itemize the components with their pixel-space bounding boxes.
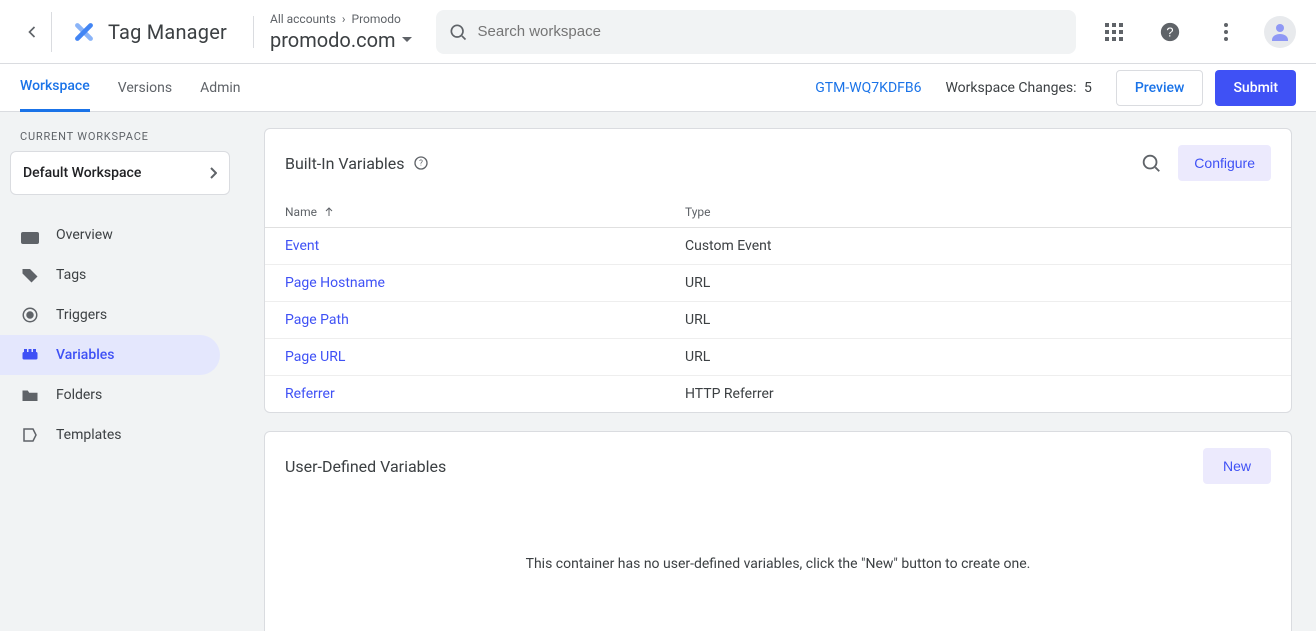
current-workspace-label: CURRENT WORKSPACE <box>0 130 240 143</box>
builtin-variables-card: Built-In Variables ? Configure Name Type… <box>264 128 1292 413</box>
sidebar-item-triggers[interactable]: Triggers <box>0 295 220 335</box>
search-icon <box>1140 152 1162 174</box>
builtin-table-header: Name Type <box>265 197 1291 228</box>
variable-type: URL <box>685 312 1271 328</box>
sidebar-item-label: Variables <box>56 347 114 363</box>
svg-text:?: ? <box>1166 24 1173 39</box>
workspace-selector[interactable]: Default Workspace <box>10 151 230 195</box>
table-row[interactable]: Page Hostname URL <box>265 265 1291 302</box>
table-row[interactable]: Page Path URL <box>265 302 1291 339</box>
variable-type: Custom Event <box>685 238 1271 254</box>
container-id[interactable]: GTM-WQ7KDFB6 <box>815 80 921 96</box>
help-button[interactable]: ? <box>1152 14 1188 50</box>
sidebar-item-overview[interactable]: Overview <box>0 215 220 255</box>
variable-name[interactable]: Referrer <box>285 386 685 402</box>
sidebar: CURRENT WORKSPACE Default Workspace Over… <box>0 112 240 631</box>
breadcrumb-accounts[interactable]: All accounts <box>270 12 336 26</box>
userdef-card-title: User-Defined Variables <box>285 457 446 476</box>
divider <box>253 16 254 48</box>
userdef-card-header: User-Defined Variables New <box>265 432 1291 500</box>
variable-icon <box>21 346 39 364</box>
variable-name[interactable]: Page Hostname <box>285 275 685 291</box>
sidebar-item-folders[interactable]: Folders <box>0 375 220 415</box>
userdef-empty-message: This container has no user-defined varia… <box>265 500 1291 631</box>
arrow-left-icon <box>22 22 42 42</box>
userdef-variables-card: User-Defined Variables New This containe… <box>264 431 1292 631</box>
tabbar: Workspace Versions Admin GTM-WQ7KDFB6 Wo… <box>0 64 1316 112</box>
back-button[interactable] <box>12 12 52 52</box>
table-row[interactable]: Page URL URL <box>265 339 1291 376</box>
apps-grid-icon <box>1105 23 1123 41</box>
table-row[interactable]: Referrer HTTP Referrer <box>265 376 1291 412</box>
variable-type: URL <box>685 275 1271 291</box>
preview-button[interactable]: Preview <box>1116 70 1204 106</box>
container-selector[interactable]: promodo.com <box>270 28 412 52</box>
configure-button[interactable]: Configure <box>1178 145 1271 181</box>
sidebar-item-label: Triggers <box>56 307 107 323</box>
search-box[interactable] <box>436 10 1076 54</box>
search-icon <box>448 22 468 42</box>
variable-name[interactable]: Page Path <box>285 312 685 328</box>
chevron-right-icon: › <box>342 12 346 26</box>
sidebar-item-label: Folders <box>56 387 102 403</box>
new-button[interactable]: New <box>1203 448 1271 484</box>
col-type-header: Type <box>685 205 1271 219</box>
sidebar-item-templates[interactable]: Templates <box>0 415 220 455</box>
search-input[interactable] <box>478 23 1064 40</box>
sidebar-item-label: Overview <box>56 227 113 243</box>
sidebar-item-label: Tags <box>56 267 86 283</box>
sidebar-item-tags[interactable]: Tags <box>0 255 220 295</box>
svg-text:?: ? <box>419 159 423 168</box>
gtm-logo-icon <box>70 18 98 46</box>
container-name: promodo.com <box>270 28 396 52</box>
dashboard-icon <box>21 226 39 244</box>
builtin-search-button[interactable] <box>1140 152 1162 174</box>
workspace-changes: Workspace Changes: 5 <box>945 80 1091 96</box>
tab-admin[interactable]: Admin <box>200 64 240 112</box>
sort-asc-icon <box>323 206 335 218</box>
topbar: Tag Manager All accounts › Promodo promo… <box>0 0 1316 64</box>
tab-workspace[interactable]: Workspace <box>20 64 90 112</box>
variable-type: HTTP Referrer <box>685 386 1271 402</box>
builtin-card-title: Built-In Variables ? <box>285 154 429 173</box>
chevron-right-icon <box>209 167 217 179</box>
template-icon <box>21 426 39 444</box>
variable-type: URL <box>685 349 1271 365</box>
account-avatar[interactable] <box>1264 16 1296 48</box>
help-circle-icon[interactable]: ? <box>413 155 429 171</box>
variable-name[interactable]: Page URL <box>285 349 685 365</box>
caret-down-icon <box>402 35 412 45</box>
target-icon <box>21 306 39 324</box>
sidebar-nav: Overview Tags Triggers Variables Folders… <box>0 215 240 455</box>
builtin-card-header: Built-In Variables ? Configure <box>265 129 1291 197</box>
tab-versions[interactable]: Versions <box>118 64 172 112</box>
sidebar-item-label: Templates <box>56 427 122 443</box>
content: Built-In Variables ? Configure Name Type… <box>240 112 1316 631</box>
tag-icon <box>21 266 39 284</box>
more-vert-icon <box>1224 23 1228 41</box>
folder-icon <box>21 386 39 404</box>
brand[interactable]: Tag Manager <box>60 18 237 46</box>
top-icons: ? <box>1096 14 1304 50</box>
submit-button[interactable]: Submit <box>1215 70 1296 106</box>
breadcrumb-account[interactable]: Promodo <box>352 12 401 26</box>
apps-button[interactable] <box>1096 14 1132 50</box>
more-button[interactable] <box>1208 14 1244 50</box>
breadcrumb: All accounts › Promodo promodo.com <box>270 12 412 52</box>
brand-name: Tag Manager <box>108 20 227 44</box>
workspace-name: Default Workspace <box>23 165 141 181</box>
help-icon: ? <box>1159 21 1181 43</box>
table-row[interactable]: Event Custom Event <box>265 228 1291 265</box>
col-name-header[interactable]: Name <box>285 205 685 219</box>
layout: CURRENT WORKSPACE Default Workspace Over… <box>0 112 1316 631</box>
user-icon <box>1268 20 1292 44</box>
variable-name[interactable]: Event <box>285 238 685 254</box>
sidebar-item-variables[interactable]: Variables <box>0 335 220 375</box>
